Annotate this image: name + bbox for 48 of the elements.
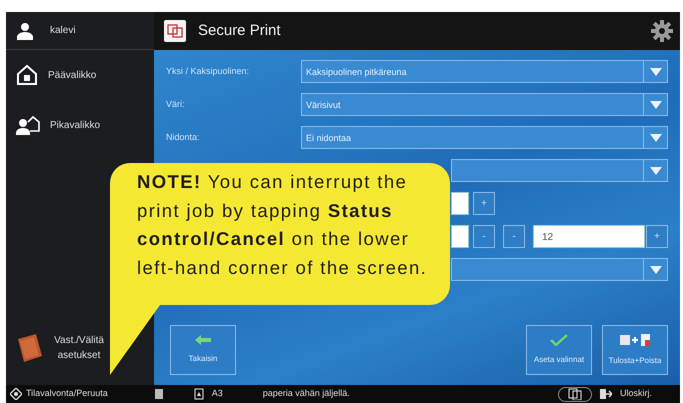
logout-icon [600,388,612,400]
status-button[interactable]: Tilavalvonta/Peruuta [10,387,108,401]
status-icon [10,388,22,400]
number-field[interactable]: 12 [533,225,645,248]
screen-title: Secure Print [198,20,281,41]
dropdown[interactable] [451,159,668,182]
status-message: paperia vähän jäljellä. [262,387,350,400]
dropdown[interactable] [451,258,668,281]
dropdown-arrow-icon [650,134,662,142]
paper-size: A3 [212,387,223,400]
sidebar-item[interactable]: Päävalikko [6,50,154,100]
dropdown-arrow-icon [650,166,662,174]
action-button[interactable]: Takaisin [170,325,236,375]
step-button[interactable]: - [473,225,495,248]
paper-tray-icon [154,388,164,400]
setting-label: Väri: [165,98,186,111]
dropdown-arrow-icon [650,266,662,274]
step-button[interactable]: - [503,225,525,248]
check-icon [550,334,568,346]
user-icon [16,22,34,40]
sidebar-item[interactable]: Vast./Välitä asetukset [6,325,154,385]
dropdown[interactable]: Värisivut [301,93,668,116]
setting-label: Nidonta: [165,130,201,144]
number-field[interactable] [451,225,469,248]
step-button[interactable]: + [473,192,495,215]
home-icon [16,64,38,86]
setting-label: Yksi / Kaksipuolinen: [165,64,250,78]
book-icon [16,333,44,363]
print-delete-icon [619,333,651,347]
paper-size-icon [194,388,204,400]
back-arrow-icon [195,335,211,345]
dropdown-arrow-icon [650,100,662,108]
dropdown[interactable]: Ei nidontaa [301,126,668,149]
user-menu-icon [16,115,40,135]
copy-icon [566,388,583,400]
dropdown-arrow-icon [650,68,662,76]
dropdown[interactable]: Kaksipuolinen pitkäreuna [301,60,668,83]
action-button[interactable]: Tulosta+Poista [602,325,668,375]
sidebar-item[interactable]: Pikavalikko [6,100,154,150]
note-text: NOTE! You can interrupt the print job by tapping Status control/Cancel on the lower left-hand corner of the screen. [137,170,428,280]
user-name: kalevi [50,24,76,38]
number-field[interactable] [451,192,469,215]
settings-icon[interactable] [650,19,674,43]
step-button[interactable]: + [646,225,668,248]
action-button[interactable]: Aseta valinnat [526,325,592,375]
secure-print-icon [164,20,186,42]
copy-button[interactable] [558,386,592,402]
logout-button[interactable]: Uloskirj. [600,387,676,401]
